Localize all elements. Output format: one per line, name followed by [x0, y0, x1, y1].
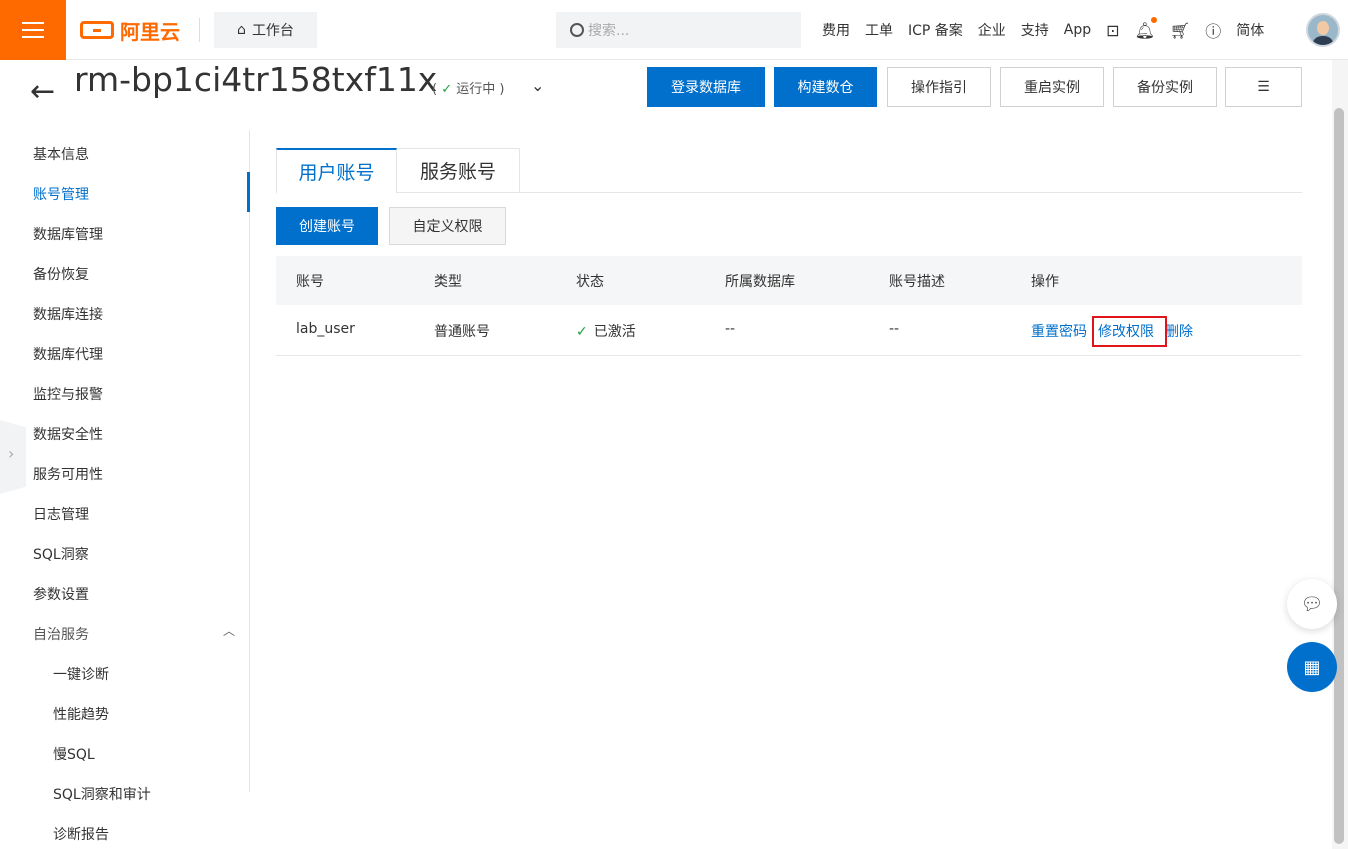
- status-label: 已激活: [593, 324, 636, 340]
- cell-account: lab_user: [296, 321, 355, 337]
- restart-button[interactable]: 重启实例: [1000, 67, 1104, 107]
- terminal-icon[interactable]: ⊡: [1106, 21, 1119, 40]
- backup-button[interactable]: 备份实例: [1113, 67, 1217, 107]
- divider: [199, 18, 200, 42]
- status-paren-open: (: [432, 82, 438, 97]
- sidebar-active-indicator: [247, 172, 250, 212]
- col-status: 状态: [576, 274, 604, 290]
- aliyun-logo[interactable]: 阿里云: [80, 16, 180, 44]
- more-menu-button[interactable]: ☰: [1225, 67, 1302, 107]
- list-icon: ☰: [1257, 79, 1270, 95]
- nav-icp[interactable]: ICP 备案: [908, 20, 963, 40]
- workbench-label: 工作台: [251, 23, 294, 39]
- top-bar: 阿里云 ⌂ 工作台 搜索... 费用 工单 ICP 备案 企业 支持 App ⊡…: [0, 0, 1348, 60]
- language-switch[interactable]: 简体: [1236, 20, 1264, 40]
- sidebar-item-databases[interactable]: 数据库管理: [33, 224, 103, 244]
- scrollbar[interactable]: [1334, 108, 1344, 844]
- reset-password-link[interactable]: 重置密码: [1031, 321, 1087, 341]
- login-db-button[interactable]: 登录数据库: [647, 67, 765, 107]
- aliyun-logo-icon: [80, 21, 114, 39]
- cart-icon[interactable]: 🛒︎: [1170, 21, 1190, 40]
- sidebar-item-connection[interactable]: 数据库连接: [33, 304, 103, 324]
- chevron-right-icon: ›: [8, 444, 15, 463]
- col-database: 所属数据库: [725, 274, 795, 290]
- sidebar-item-availability[interactable]: 服务可用性: [33, 464, 103, 484]
- back-arrow-icon[interactable]: ←: [30, 74, 55, 109]
- sidebar-item-logs[interactable]: 日志管理: [33, 504, 89, 524]
- instance-status: ( ✓ 运行中 ): [432, 78, 505, 97]
- cell-description: --: [889, 321, 900, 337]
- sidebar-expand-handle[interactable]: ›: [0, 420, 26, 494]
- tab-service-accounts[interactable]: 服务账号: [397, 148, 520, 193]
- col-account: 账号: [296, 274, 324, 290]
- sidebar-sub-sql-audit[interactable]: SQL洞察和审计: [53, 784, 151, 804]
- account-tabs: 用户账号 服务账号: [276, 148, 1302, 194]
- cell-database: --: [725, 321, 736, 337]
- custom-permission-button[interactable]: 自定义权限: [389, 207, 506, 245]
- col-description: 账号描述: [889, 274, 945, 290]
- search-input[interactable]: 搜索...: [556, 12, 801, 48]
- guide-button[interactable]: 操作指引: [887, 67, 991, 107]
- col-type: 类型: [434, 274, 462, 290]
- nav-billing[interactable]: 费用: [822, 20, 850, 40]
- sidebar-item-basic-info[interactable]: 基本信息: [33, 144, 89, 164]
- sidebar-sub-report[interactable]: 诊断报告: [53, 824, 109, 844]
- chevron-down-icon[interactable]: ⌄: [531, 76, 544, 95]
- sidebar-item-backup[interactable]: 备份恢复: [33, 264, 89, 284]
- workbench-button[interactable]: ⌂ 工作台: [214, 12, 317, 48]
- sidebar-item-autonomy[interactable]: 自治服务: [33, 624, 89, 644]
- sidebar-item-accounts[interactable]: 账号管理: [33, 184, 89, 204]
- apps-grid-icon[interactable]: ▦: [1287, 642, 1337, 692]
- highlight-box: [1092, 316, 1167, 347]
- bell-icon[interactable]: 🔔︎: [1135, 16, 1157, 40]
- status-paren-close: ): [499, 82, 505, 97]
- delete-link[interactable]: 删除: [1165, 321, 1193, 341]
- notification-dot: [1150, 16, 1157, 23]
- create-account-button[interactable]: 创建账号: [276, 207, 378, 245]
- table-header: 账号 类型 状态 所属数据库 账号描述 操作: [276, 256, 1302, 305]
- search-icon: [570, 23, 584, 37]
- chat-icon[interactable]: 💬︎: [1287, 579, 1337, 629]
- sidebar-sub-trends[interactable]: 性能趋势: [53, 704, 109, 724]
- sidebar-item-security[interactable]: 数据安全性: [33, 424, 103, 444]
- help-icon[interactable]: ⓘ: [1205, 18, 1221, 42]
- sidebar-item-parameters[interactable]: 参数设置: [33, 584, 89, 604]
- home-icon: ⌂: [237, 22, 246, 38]
- hamburger-menu-icon[interactable]: [0, 0, 66, 60]
- search-placeholder: 搜索...: [588, 23, 630, 39]
- tab-user-accounts[interactable]: 用户账号: [276, 148, 397, 194]
- nav-enterprise[interactable]: 企业: [978, 20, 1006, 40]
- chevron-up-icon[interactable]: ︿: [223, 622, 235, 639]
- sidebar-item-monitoring[interactable]: 监控与报警: [33, 384, 103, 404]
- sidebar-item-proxy[interactable]: 数据库代理: [33, 344, 103, 364]
- nav-support[interactable]: 支持: [1021, 20, 1049, 40]
- check-icon: ✓: [441, 82, 453, 97]
- status-text: 运行中: [456, 82, 496, 97]
- cell-status: ✓ 已激活: [576, 321, 636, 341]
- sidebar-item-sql-insight[interactable]: SQL洞察: [33, 544, 89, 564]
- check-icon: ✓: [576, 324, 588, 340]
- cell-type: 普通账号: [434, 324, 490, 340]
- build-warehouse-button[interactable]: 构建数仓: [774, 67, 877, 107]
- brand-name: 阿里云: [120, 19, 180, 44]
- sidebar-sub-diagnosis[interactable]: 一键诊断: [53, 664, 109, 684]
- nav-app[interactable]: App: [1064, 22, 1091, 38]
- nav-tickets[interactable]: 工单: [865, 20, 893, 40]
- avatar[interactable]: [1306, 13, 1340, 47]
- instance-id: rm-bp1ci4tr158txf11x: [74, 60, 438, 99]
- sidebar-sub-slow-sql[interactable]: 慢SQL: [53, 744, 95, 764]
- col-actions: 操作: [1031, 274, 1059, 290]
- top-nav: 费用 工单 ICP 备案 企业 支持 App ⊡ 🔔︎ 🛒︎ ⓘ 简体: [822, 0, 1279, 60]
- sidebar-divider: [249, 130, 250, 792]
